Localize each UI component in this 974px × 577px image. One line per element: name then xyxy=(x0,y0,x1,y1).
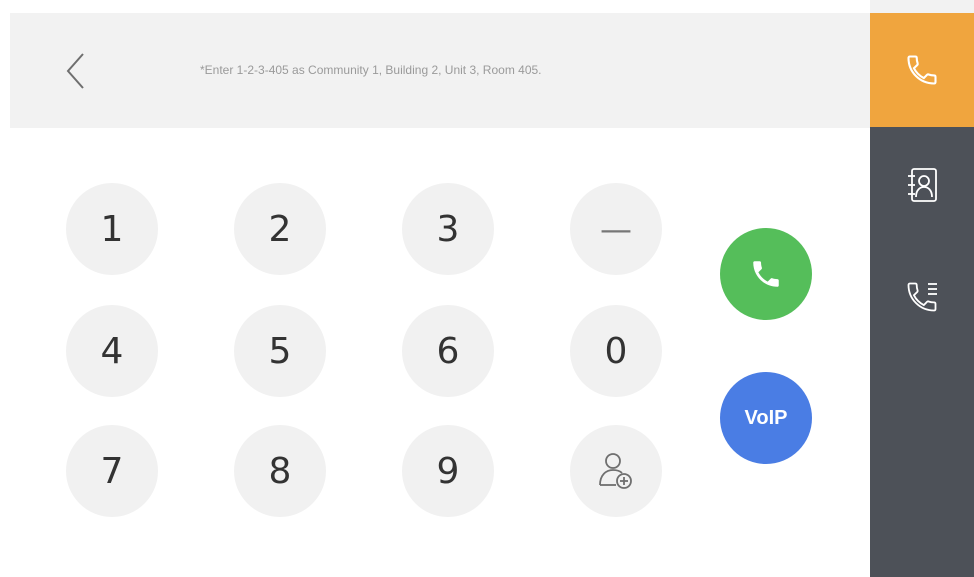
add-contact-button[interactable] xyxy=(570,425,662,517)
key-1[interactable]: 1 xyxy=(66,183,158,275)
back-button[interactable] xyxy=(56,51,96,91)
key-2[interactable]: 2 xyxy=(234,183,326,275)
key-0[interactable]: 0 xyxy=(570,305,662,397)
phone-icon xyxy=(907,55,937,85)
sidebar xyxy=(870,13,974,577)
chevron-left-icon xyxy=(66,53,84,89)
contacts-icon xyxy=(908,168,937,202)
key-8[interactable]: 8 xyxy=(234,425,326,517)
key-dash[interactable]: — xyxy=(570,183,662,275)
key-5[interactable]: 5 xyxy=(234,305,326,397)
voip-call-button[interactable]: VoIP xyxy=(720,372,812,464)
key-9[interactable]: 9 xyxy=(402,425,494,517)
key-7[interactable]: 7 xyxy=(66,425,158,517)
sidebar-item-call-log[interactable] xyxy=(870,257,974,337)
key-6[interactable]: 6 xyxy=(402,305,494,397)
add-contact-icon xyxy=(599,453,632,489)
sidebar-item-contacts[interactable] xyxy=(870,145,974,225)
key-4[interactable]: 4 xyxy=(66,305,158,397)
dial-hint-text: *Enter 1-2-3-405 as Community 1, Buildin… xyxy=(200,63,542,77)
key-3[interactable]: 3 xyxy=(402,183,494,275)
sidebar-item-dial[interactable] xyxy=(870,13,974,127)
call-log-icon xyxy=(907,282,937,312)
call-button[interactable] xyxy=(720,228,812,320)
phone-icon xyxy=(753,261,779,287)
header-bar: *Enter 1-2-3-405 as Community 1, Buildin… xyxy=(10,13,870,128)
dial-screen: *Enter 1-2-3-405 as Community 1, Buildin… xyxy=(0,0,870,577)
